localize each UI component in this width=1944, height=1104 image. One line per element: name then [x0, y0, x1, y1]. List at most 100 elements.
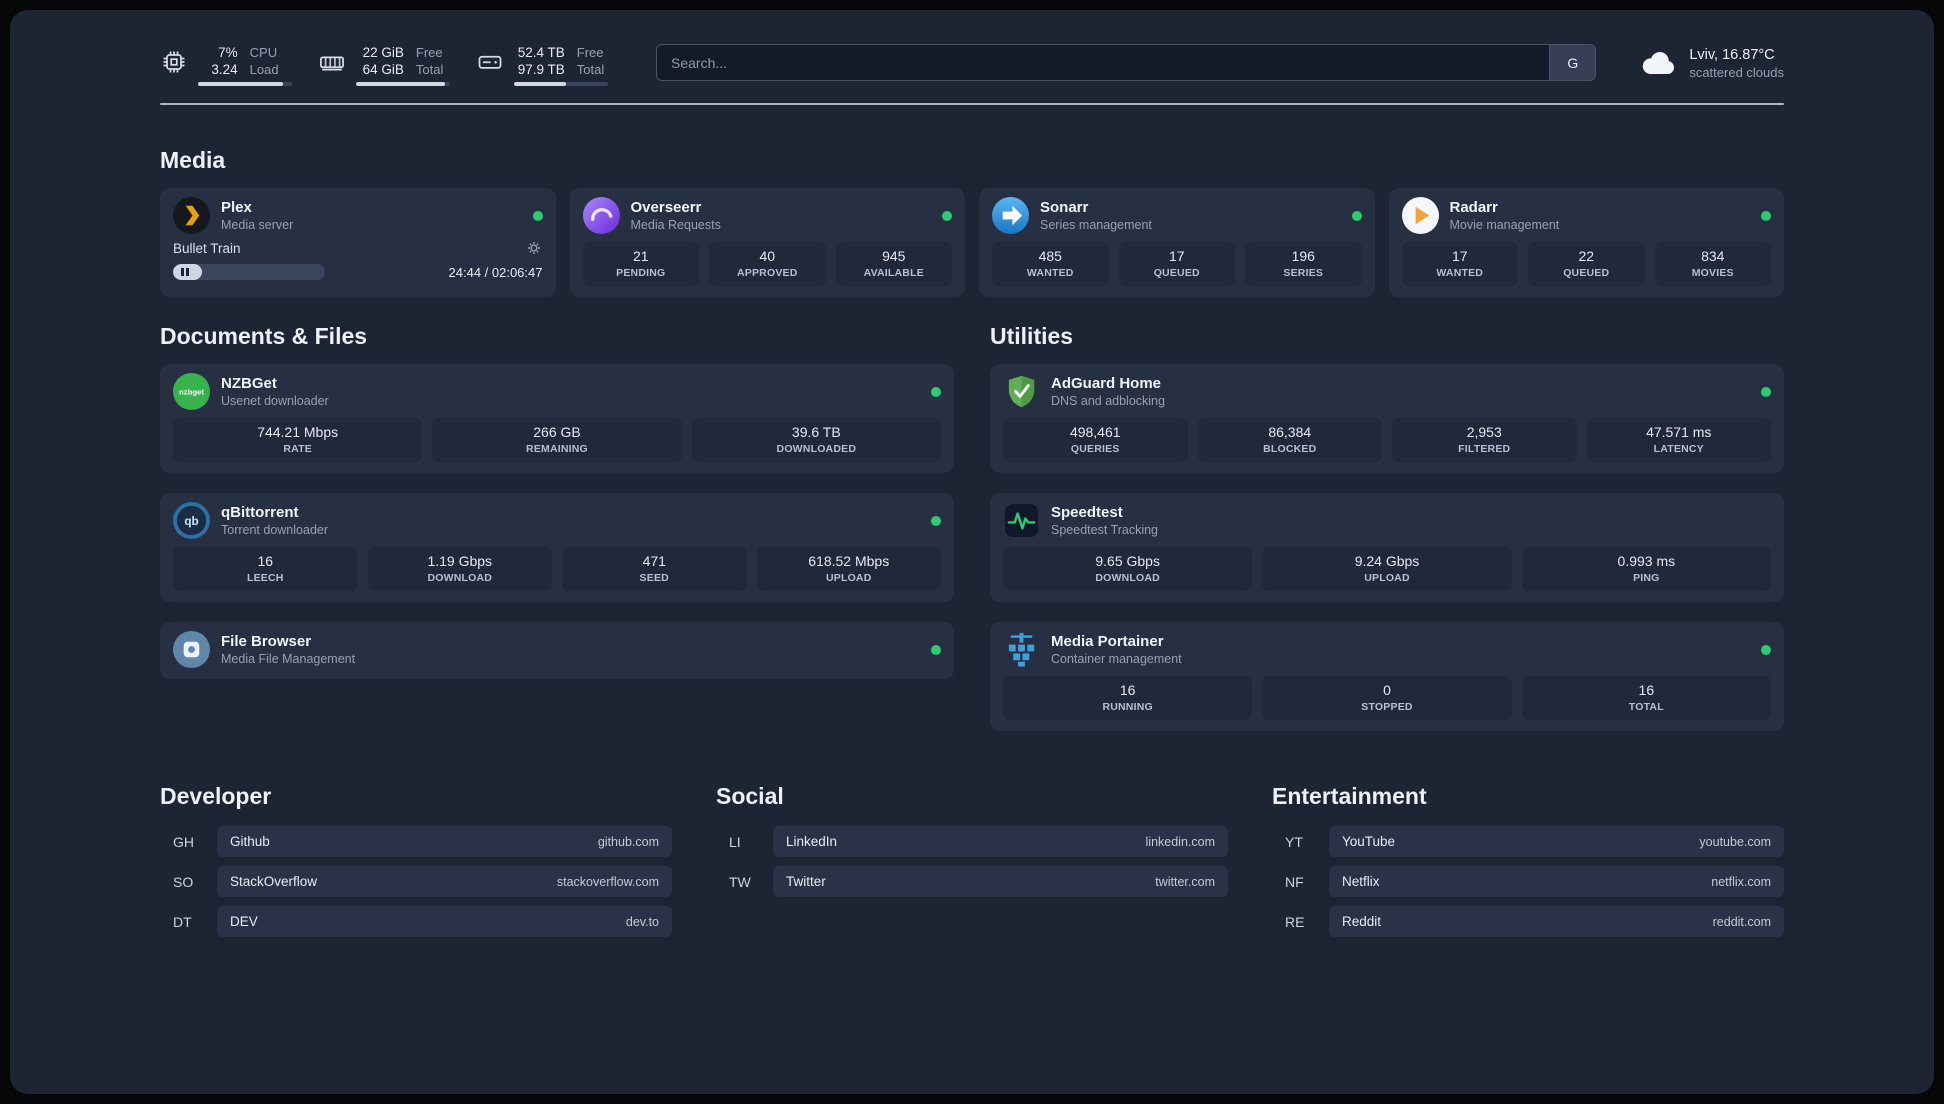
section-title-developer: Developer — [160, 783, 272, 809]
bookmark-link-github[interactable]: Github github.com — [217, 826, 672, 857]
bookmark-abbr: YT — [1285, 833, 1303, 850]
bookmark-link-netflix[interactable]: Netflix netflix.com — [1329, 866, 1784, 897]
bookmark-link-stackoverflow[interactable]: StackOverflow stackoverflow.com — [217, 866, 672, 897]
stat-wanted: 485 WANTED — [992, 242, 1109, 286]
player-settings-button[interactable] — [525, 239, 543, 257]
stat-label: LATENCY — [1653, 443, 1704, 455]
bookmark-row: RE Reddit reddit.com — [1272, 906, 1784, 937]
service-card-portainer[interactable]: Media Portainer Container management 16 … — [990, 622, 1784, 731]
service-card-qbittorrent[interactable]: qb qBittorrent Torrent downloader 16 LEE… — [160, 493, 954, 602]
seek-bar[interactable] — [173, 264, 325, 280]
disk-free-label: Free — [576, 45, 604, 60]
stat-label: RATE — [283, 443, 312, 455]
disk-usage-bar-fill — [514, 82, 566, 86]
bookmark-url: stackoverflow.com — [556, 874, 659, 889]
cpu-monitor: 7% CPU 3.24 Load — [160, 45, 292, 86]
stat-value: 16 — [1638, 682, 1655, 698]
service-card-sonarr[interactable]: Sonarr Series management 485 WANTED 17 Q… — [979, 188, 1375, 297]
cpu-chip-icon — [160, 48, 188, 76]
status-dot — [1351, 210, 1362, 221]
portainer-icon — [1003, 631, 1040, 668]
search-engine-button[interactable]: G — [1549, 45, 1596, 80]
bookmark-name: Netflix — [1342, 874, 1380, 889]
stat-rate: 744.21 Mbps RATE — [173, 418, 423, 462]
status-dot — [1761, 386, 1771, 397]
service-card-nzbget[interactable]: nzbget NZBGet Usenet downloader 744.21 M… — [160, 364, 954, 473]
utilities-column: Utilities AdGuard Home DNS and adblockin… — [990, 323, 1784, 731]
bookmark-row: SO StackOverflow stackoverflow.com — [160, 866, 672, 897]
stat-label: TOTAL — [1628, 701, 1664, 713]
service-card-speedtest[interactable]: Speedtest Speedtest Tracking 9.65 Gbps D… — [990, 493, 1784, 602]
stat-filtered: 2,953 FILTERED — [1392, 418, 1577, 462]
status-dot — [532, 210, 543, 221]
service-name: Speedtest — [1051, 504, 1123, 521]
dashboard-panel: 7% CPU 3.24 Load 22 GiB Free 64 GiB Tota… — [10, 10, 1934, 1094]
stat-value: 16 — [257, 553, 274, 569]
stat-value: 485 — [1038, 248, 1062, 264]
stat-approved: 40 APPROVED — [709, 242, 826, 286]
bookmark-link-dev[interactable]: DEV dev.to — [217, 906, 672, 937]
service-card-overseerr[interactable]: Overseerr Media Requests 21 PENDING 40 A… — [569, 188, 965, 297]
service-name: File Browser — [221, 633, 312, 650]
stat-label: UPLOAD — [825, 572, 872, 584]
stat-pending: 21 PENDING — [582, 242, 699, 286]
adguard-icon — [1003, 373, 1040, 410]
service-card-radarr[interactable]: Radarr Movie management 17 WANTED 22 QUE… — [1388, 188, 1784, 297]
stat-value: 834 — [1701, 248, 1725, 264]
bookmark-abbr: GH — [173, 833, 194, 850]
bookmark-link-youtube[interactable]: YouTube youtube.com — [1329, 826, 1784, 857]
svg-text:nzbget: nzbget — [179, 387, 204, 396]
stat-value: 945 — [882, 248, 906, 264]
svg-text:qb: qb — [184, 515, 198, 528]
overseerr-icon — [582, 197, 620, 234]
gear-icon — [527, 242, 541, 258]
stat-label: QUEUED — [1153, 267, 1200, 279]
section-title-utilities: Utilities — [990, 323, 1074, 349]
stat-label: DOWNLOAD — [1095, 572, 1160, 584]
bookmark-row: GH Github github.com — [160, 826, 672, 857]
stat-label: SEED — [639, 572, 669, 584]
stat-downloaded: 39.6 TB DOWNLOADED — [691, 418, 941, 462]
service-name: Overseerr — [630, 199, 702, 216]
stat-label: PENDING — [616, 267, 666, 279]
cpu-usage-value: 7% — [218, 45, 238, 60]
status-dot — [931, 515, 941, 526]
stat-movies: 834 MOVIES — [1654, 242, 1771, 286]
service-desc: Media server — [221, 218, 294, 232]
bookmark-abbr: RE — [1285, 913, 1305, 930]
pause-icon[interactable] — [181, 268, 189, 276]
bookmark-link-twitter[interactable]: Twitter twitter.com — [773, 866, 1228, 897]
stat-label: QUERIES — [1070, 443, 1120, 455]
bookmark-url: linkedin.com — [1145, 834, 1215, 849]
section-title-entertainment: Entertainment — [1272, 783, 1427, 809]
stat-series: 196 SERIES — [1245, 242, 1362, 286]
service-desc: Usenet downloader — [221, 394, 329, 408]
disk-monitor: 52.4 TB Free 97.9 TB Total — [476, 45, 608, 86]
service-desc: Media File Management — [221, 652, 356, 666]
nzbget-icon: nzbget — [173, 373, 210, 410]
bookmark-link-linkedin[interactable]: LinkedIn linkedin.com — [773, 826, 1228, 857]
cloud-icon — [1640, 49, 1678, 79]
service-name: Plex — [221, 199, 252, 216]
search-input[interactable] — [657, 45, 1550, 80]
service-card-filebrowser[interactable]: File Browser Media File Management — [160, 622, 954, 679]
disk-free-value: 52.4 TB — [517, 45, 565, 60]
status-dot — [931, 386, 941, 397]
stat-label: SERIES — [1283, 267, 1324, 279]
media-grid: Plex Media server Bullet Train 24:44 / 0… — [160, 188, 1784, 297]
status-dot — [931, 644, 941, 655]
service-card-adguard[interactable]: AdGuard Home DNS and adblocking 498,461 … — [990, 364, 1784, 473]
search-bar: G — [656, 44, 1597, 81]
bookmark-link-reddit[interactable]: Reddit reddit.com — [1329, 906, 1784, 937]
qbittorrent-icon: qb — [173, 502, 210, 539]
service-desc: Container management — [1051, 652, 1182, 666]
stat-value: 17 — [1451, 248, 1468, 264]
service-card-plex[interactable]: Plex Media server Bullet Train 24:44 / 0… — [160, 188, 556, 297]
stat-latency: 47.571 ms LATENCY — [1586, 418, 1771, 462]
stat-value: 618.52 Mbps — [808, 553, 890, 569]
stat-value: 744.21 Mbps — [257, 424, 339, 440]
service-name: Radarr — [1449, 199, 1498, 216]
stat-queries: 498,461 QUERIES — [1003, 418, 1188, 462]
now-playing-title: Bullet Train — [173, 240, 241, 256]
stat-ping: 0.993 ms PING — [1521, 547, 1771, 591]
